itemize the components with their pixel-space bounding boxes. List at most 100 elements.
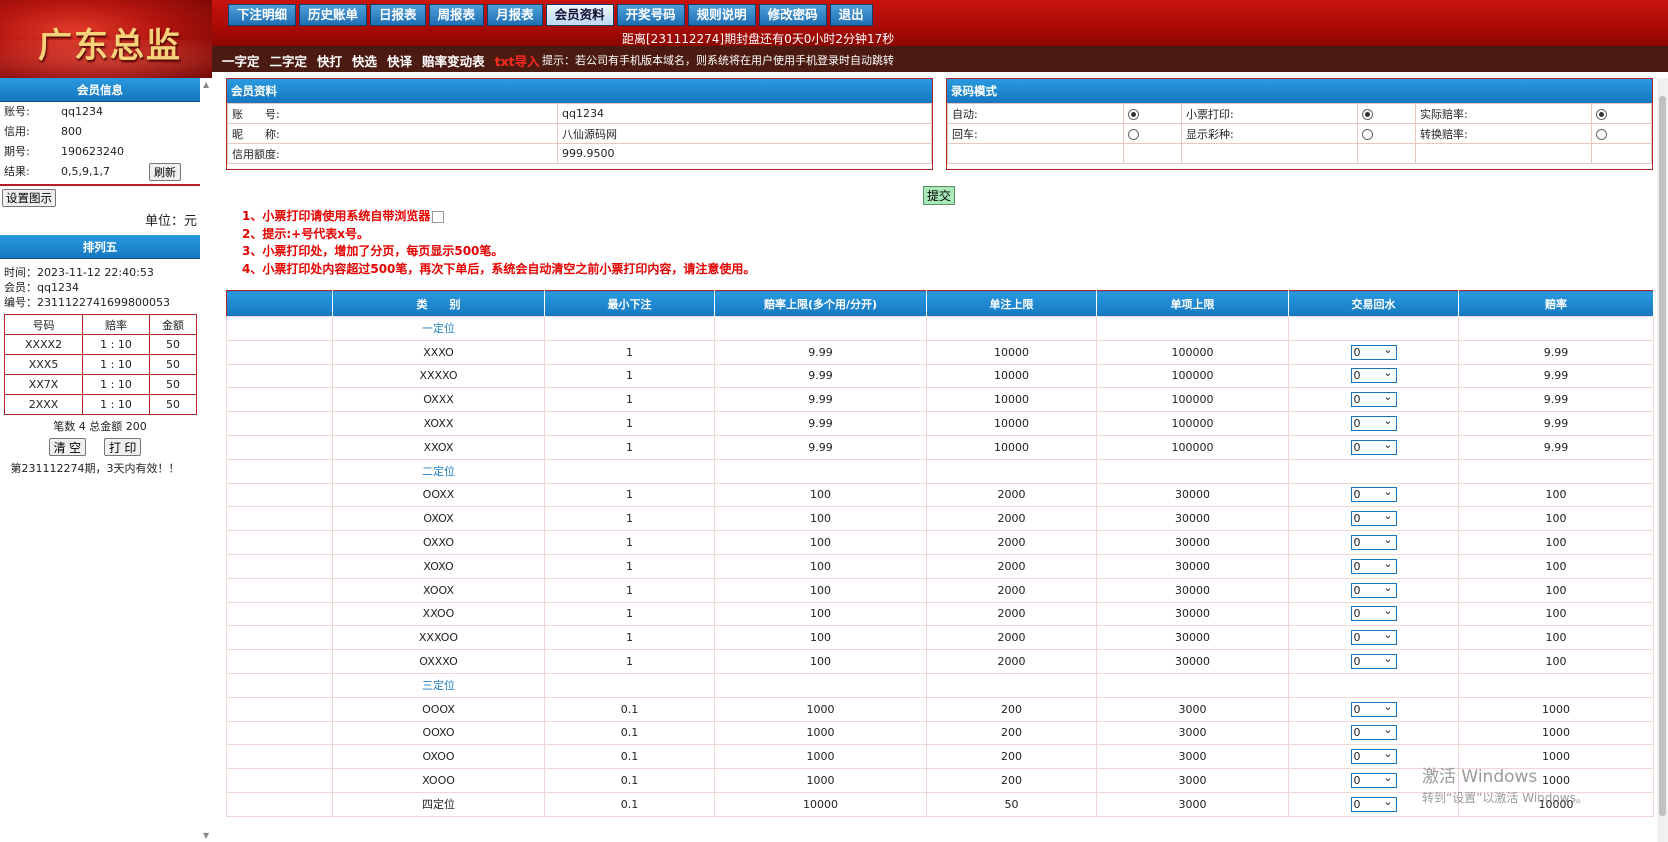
rebate-select[interactable]: 0 — [1350, 343, 1397, 360]
scroll-up-icon[interactable]: ▲ — [203, 80, 209, 89]
odds-min-bet: 1 — [544, 601, 715, 627]
quick-one-digit[interactable]: 一字定 — [222, 51, 260, 70]
nav-daily-report[interactable]: 日报表 — [370, 4, 426, 26]
nav-logout[interactable]: 退出 — [829, 4, 873, 26]
clear-button[interactable]: 清 空 — [48, 438, 86, 456]
refresh-button[interactable]: 刷新 — [149, 163, 181, 181]
quick-odds-change[interactable]: 赔率变动表 — [422, 51, 485, 70]
odds-min-bet: 0.1 — [544, 720, 715, 746]
rebate-select[interactable]: 0 — [1350, 557, 1397, 574]
note-3: 3、小票打印处，增加了分页，每页显示500笔。 — [242, 244, 504, 258]
odds-category: 四定位 — [332, 791, 545, 817]
odds-min-bet: 1 — [544, 530, 715, 555]
nav-history[interactable]: 历史账单 — [299, 4, 368, 26]
scroll-thumb[interactable] — [1659, 96, 1666, 816]
radio-auto[interactable] — [1128, 108, 1139, 120]
rebate-select[interactable]: 0 — [1350, 509, 1397, 527]
rebate-select[interactable]: 0 — [1350, 795, 1397, 812]
odds-rebate-cell: 0 — [1288, 387, 1459, 413]
nav-monthly-report[interactable]: 月报表 — [487, 4, 543, 26]
odds-row: OXXXO11002000300000100 — [226, 649, 1654, 674]
odds-max-odds: 9.99 — [714, 434, 927, 460]
nav-member-profile[interactable]: 会员资料 — [545, 4, 614, 26]
odds-row: XOXO11002000300000100 — [226, 553, 1654, 579]
rebate-select[interactable]: 0 — [1350, 771, 1397, 789]
main-scrollbar[interactable] — [1657, 78, 1668, 842]
odds-category: XOXO — [332, 553, 545, 579]
odds-row: OXXX19.991000010000009.99 — [226, 387, 1654, 413]
top-nav-bar: 下注明细 历史账单 日报表 周报表 月报表 会员资料 开奖号码 规则说明 修改密… — [212, 0, 1668, 46]
nav-rules[interactable]: 规则说明 — [687, 4, 756, 26]
odds-cell — [226, 387, 333, 413]
odds-single-item-limit: 100000 — [1096, 411, 1289, 436]
quick-fast-translate[interactable]: 快译 — [387, 51, 412, 70]
odds-rebate-cell: 0 — [1288, 553, 1459, 579]
quick-txt-import[interactable]: txt导入 — [495, 51, 540, 70]
odds-cell — [226, 506, 333, 532]
odds-min-bet: 1 — [544, 553, 715, 579]
odds-category: OOXX — [332, 482, 545, 508]
scroll-down-icon[interactable]: ▼ — [203, 831, 209, 840]
odds-rebate-cell: 0 — [1288, 696, 1459, 722]
odds-rebate-cell: 0 — [1288, 720, 1459, 746]
submit-button[interactable]: 提交 — [923, 186, 956, 205]
nav-draw-results[interactable]: 开奖号码 — [616, 4, 685, 26]
profile-value: 八仙源码网 — [557, 123, 932, 144]
rebate-select[interactable]: 0 — [1350, 700, 1397, 717]
rebate-select[interactable]: 0 — [1350, 366, 1397, 384]
ticket-amount: 50 — [148, 394, 198, 415]
quick-fast-play[interactable]: 快打 — [317, 51, 342, 70]
radio-enter[interactable] — [1128, 128, 1139, 140]
odds-row: OOXO0.11000200300001000 — [226, 720, 1654, 746]
odds-single-bet-limit: 2000 — [926, 649, 1097, 674]
odds-single-item-limit: 30000 — [1096, 625, 1289, 651]
member-profile-title: 会员资料 — [227, 79, 932, 103]
quick-two-digit[interactable]: 二字定 — [270, 51, 308, 70]
sidebar-scrollbar[interactable]: ▲ ▼ — [202, 78, 212, 842]
odds-category: OOOX — [332, 696, 545, 722]
odds-max-odds: 1000 — [714, 720, 927, 746]
rebate-select[interactable]: 0 — [1350, 628, 1397, 646]
nav-weekly-report[interactable]: 周报表 — [428, 4, 485, 26]
odds-single-item-limit: 30000 — [1096, 601, 1289, 627]
nav-bet-details[interactable]: 下注明细 — [228, 4, 297, 26]
odds-single-item-limit: 3000 — [1096, 696, 1289, 722]
account-row: 账号: qq1234 — [0, 102, 200, 122]
odds-single-item-limit: 30000 — [1096, 482, 1289, 508]
rebate-select[interactable]: 0 — [1350, 723, 1397, 741]
rebate-select[interactable]: 0 — [1350, 604, 1397, 622]
rebate-select[interactable]: 0 — [1350, 390, 1397, 408]
ticket-header-number: 号码 — [3, 314, 84, 335]
rebate-select[interactable]: 0 — [1350, 485, 1397, 503]
nav-change-password[interactable]: 修改密码 — [758, 4, 827, 26]
radio-ticket-print[interactable] — [1362, 108, 1373, 120]
rebate-select[interactable]: 0 — [1350, 652, 1397, 670]
credit-row: 信用: 800 — [0, 122, 200, 142]
period-row: 期号: 190623240 — [0, 142, 200, 162]
rebate-select[interactable]: 0 — [1350, 747, 1397, 765]
quick-fast-pick[interactable]: 快选 — [352, 51, 377, 70]
odds-max-odds: 1000 — [714, 696, 927, 722]
odds-category: OXXXO — [332, 649, 545, 674]
settings-illustration-button[interactable]: 设置图示 — [2, 189, 56, 207]
rebate-select[interactable]: 0 — [1350, 414, 1397, 432]
radio-show-lottery[interactable] — [1362, 128, 1373, 140]
input-mode-panel: 录码模式 自动: 小票打印: 实际赔率: 回车: 显示彩种: 转换赔率: — [946, 78, 1653, 170]
odds-category: OXOO — [332, 744, 545, 770]
rebate-select[interactable]: 0 — [1350, 581, 1397, 598]
mode-label-ticket-print: 小票打印: — [1181, 103, 1358, 124]
odds-value: 100 — [1458, 530, 1654, 555]
radio-convert-odds[interactable] — [1596, 128, 1607, 140]
radio-actual-odds[interactable] — [1596, 108, 1607, 120]
odds-min-bet: 1 — [544, 625, 715, 651]
odds-min-bet: 1 — [544, 411, 715, 436]
nav-buttons: 下注明细 历史账单 日报表 周报表 月报表 会员资料 开奖号码 规则说明 修改密… — [228, 4, 873, 26]
odds-category: OXOX — [332, 506, 545, 532]
rebate-select[interactable]: 0 — [1350, 533, 1397, 551]
rebate-select[interactable]: 0 — [1350, 438, 1397, 455]
odds-cell — [226, 577, 333, 603]
print-button[interactable]: 打 印 — [104, 438, 142, 456]
watermark-line1: 激活 Windows — [1422, 767, 1538, 787]
odds-cell — [226, 316, 333, 341]
quick-links: 一字定 二字定 快打 快选 快译 赔率变动表 txt导入 — [222, 51, 540, 70]
